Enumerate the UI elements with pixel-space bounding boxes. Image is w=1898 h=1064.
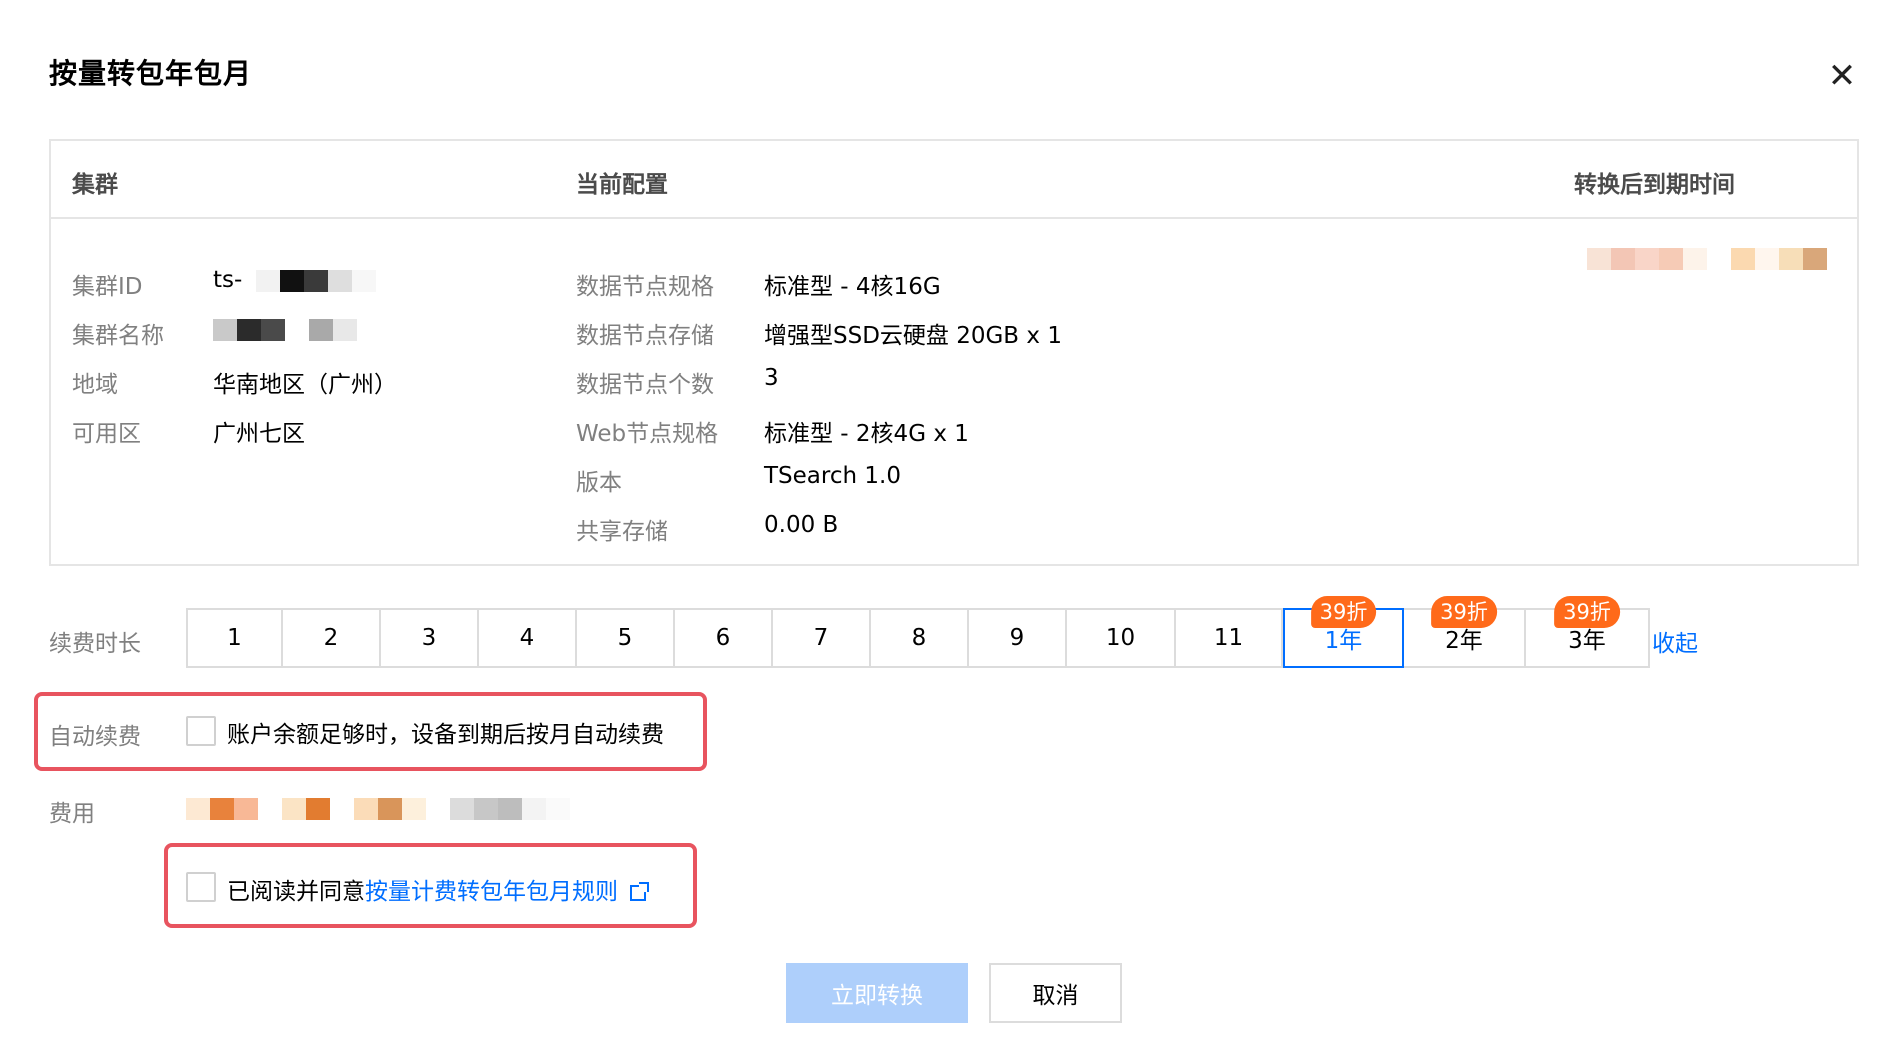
duration-option-3[interactable]: 3 bbox=[381, 610, 479, 666]
duration-option-label: 9 bbox=[1009, 625, 1025, 651]
duration-option-label: 2 bbox=[323, 625, 339, 651]
duration-option-label: 6 bbox=[715, 625, 731, 651]
fee-label: 费用 bbox=[49, 801, 95, 827]
duration-option-6[interactable]: 6 bbox=[675, 610, 773, 666]
duration-option-4[interactable]: 4 bbox=[479, 610, 577, 666]
header-cluster: 集群 bbox=[72, 172, 118, 198]
version-value: TSearch 1.0 bbox=[764, 463, 901, 489]
cluster-name-label: 集群名称 bbox=[72, 323, 164, 349]
zone-label: 可用区 bbox=[72, 421, 141, 447]
duration-option-2-year[interactable]: 39折 2年 bbox=[1404, 596, 1526, 666]
data-node-spec-row: 数据节点规格 标准型 - 4核16G bbox=[576, 267, 1176, 300]
duration-option-label: 11 bbox=[1213, 625, 1244, 651]
duration-option-label: 10 bbox=[1105, 625, 1136, 651]
duration-option-3-year[interactable]: 39折 3年 bbox=[1526, 596, 1648, 666]
data-node-count-value: 3 bbox=[764, 365, 779, 391]
duration-option-2[interactable]: 2 bbox=[283, 610, 381, 666]
cluster-id-value: ts- bbox=[213, 267, 243, 293]
agreement-text: 已阅读并同意 bbox=[227, 879, 365, 905]
renewal-duration-label: 续费时长 bbox=[49, 631, 141, 657]
version-row: 版本 TSearch 1.0 bbox=[576, 463, 1176, 496]
discount-badge: 39折 bbox=[1554, 596, 1620, 628]
zone-value: 广州七区 bbox=[213, 421, 305, 447]
header-expire-time: 转换后到期时间 bbox=[1574, 172, 1735, 198]
discount-badge: 39折 bbox=[1310, 596, 1377, 628]
data-node-storage-label: 数据节点存储 bbox=[576, 323, 714, 349]
cluster-info-table: 集群 当前配置 转换后到期时间 集群ID ts- 集群名称 地域 华南地区（广州… bbox=[49, 139, 1859, 566]
external-link-icon[interactable] bbox=[630, 881, 649, 901]
close-icon[interactable]: ✕ bbox=[1822, 56, 1862, 96]
data-node-storage-row: 数据节点存储 增强型SSD云硬盘 20GB x 1 bbox=[576, 316, 1176, 349]
shared-storage-row: 共享存储 0.00 B bbox=[576, 512, 1176, 545]
data-node-spec-value: 标准型 - 4核16G bbox=[764, 274, 941, 300]
cluster-id-label: 集群ID bbox=[72, 274, 143, 300]
discount-badge: 39折 bbox=[1431, 596, 1497, 628]
auto-renew-text: 账户余额足够时，设备到期后按月自动续费 bbox=[227, 722, 664, 748]
version-label: 版本 bbox=[576, 470, 622, 496]
duration-option-label: 7 bbox=[813, 625, 829, 651]
renewal-duration-selector: 1 2 3 4 5 6 7 8 9 10 11 39折 1年 39折 2年 39… bbox=[186, 596, 1650, 668]
duration-option-11[interactable]: 11 bbox=[1176, 610, 1283, 666]
info-table-header: 集群 当前配置 转换后到期时间 bbox=[51, 141, 1857, 219]
duration-option-1[interactable]: 1 bbox=[188, 610, 283, 666]
redacted-expire-time bbox=[1587, 248, 1827, 272]
duration-option-8[interactable]: 8 bbox=[871, 610, 969, 666]
shared-storage-value: 0.00 B bbox=[764, 512, 839, 538]
shared-storage-label: 共享存储 bbox=[576, 519, 668, 545]
web-node-spec-value: 标准型 - 2核4G x 1 bbox=[764, 421, 969, 447]
agreement-checkbox[interactable] bbox=[186, 872, 216, 902]
convert-now-button[interactable]: 立即转换 bbox=[786, 963, 968, 1023]
duration-option-label: 1 bbox=[227, 625, 242, 651]
duration-option-7[interactable]: 7 bbox=[773, 610, 871, 666]
data-node-count-label: 数据节点个数 bbox=[576, 372, 714, 398]
collapse-link[interactable]: 收起 bbox=[1652, 624, 1698, 658]
web-node-spec-row: Web节点规格 标准型 - 2核4G x 1 bbox=[576, 414, 1176, 447]
convert-billing-dialog: 按量转包年包月 ✕ 集群 当前配置 转换后到期时间 集群ID ts- 集群名称 bbox=[0, 0, 1898, 1064]
web-node-spec-label: Web节点规格 bbox=[576, 421, 719, 447]
redacted-cluster-name bbox=[213, 318, 357, 341]
duration-option-label: 4 bbox=[519, 625, 535, 651]
duration-option-9[interactable]: 9 bbox=[969, 610, 1067, 666]
region-value: 华南地区（广州） bbox=[213, 372, 397, 398]
redacted-cluster-id bbox=[255, 269, 376, 292]
duration-option-5[interactable]: 5 bbox=[577, 610, 675, 666]
cancel-button[interactable]: 取消 bbox=[989, 963, 1122, 1023]
duration-option-label: 8 bbox=[911, 625, 927, 651]
header-current-config: 当前配置 bbox=[576, 172, 668, 198]
duration-option-1-year[interactable]: 39折 1年 bbox=[1283, 596, 1404, 668]
data-node-spec-label: 数据节点规格 bbox=[576, 274, 714, 300]
agreement-text-row: 已阅读并同意按量计费转包年包月规则 bbox=[227, 872, 649, 906]
data-node-count-row: 数据节点个数 3 bbox=[576, 365, 1176, 398]
dialog-title: 按量转包年包月 bbox=[49, 57, 253, 90]
auto-renew-label: 自动续费 bbox=[49, 724, 141, 750]
duration-option-10[interactable]: 10 bbox=[1067, 610, 1176, 666]
auto-renew-checkbox[interactable] bbox=[186, 716, 216, 746]
agreement-rules-link[interactable]: 按量计费转包年包月规则 bbox=[365, 879, 618, 905]
region-label: 地域 bbox=[72, 372, 118, 398]
duration-option-label: 5 bbox=[617, 625, 633, 651]
redacted-fee bbox=[186, 798, 570, 822]
data-node-storage-value: 增强型SSD云硬盘 20GB x 1 bbox=[764, 323, 1062, 349]
duration-option-label: 3 bbox=[421, 625, 437, 651]
